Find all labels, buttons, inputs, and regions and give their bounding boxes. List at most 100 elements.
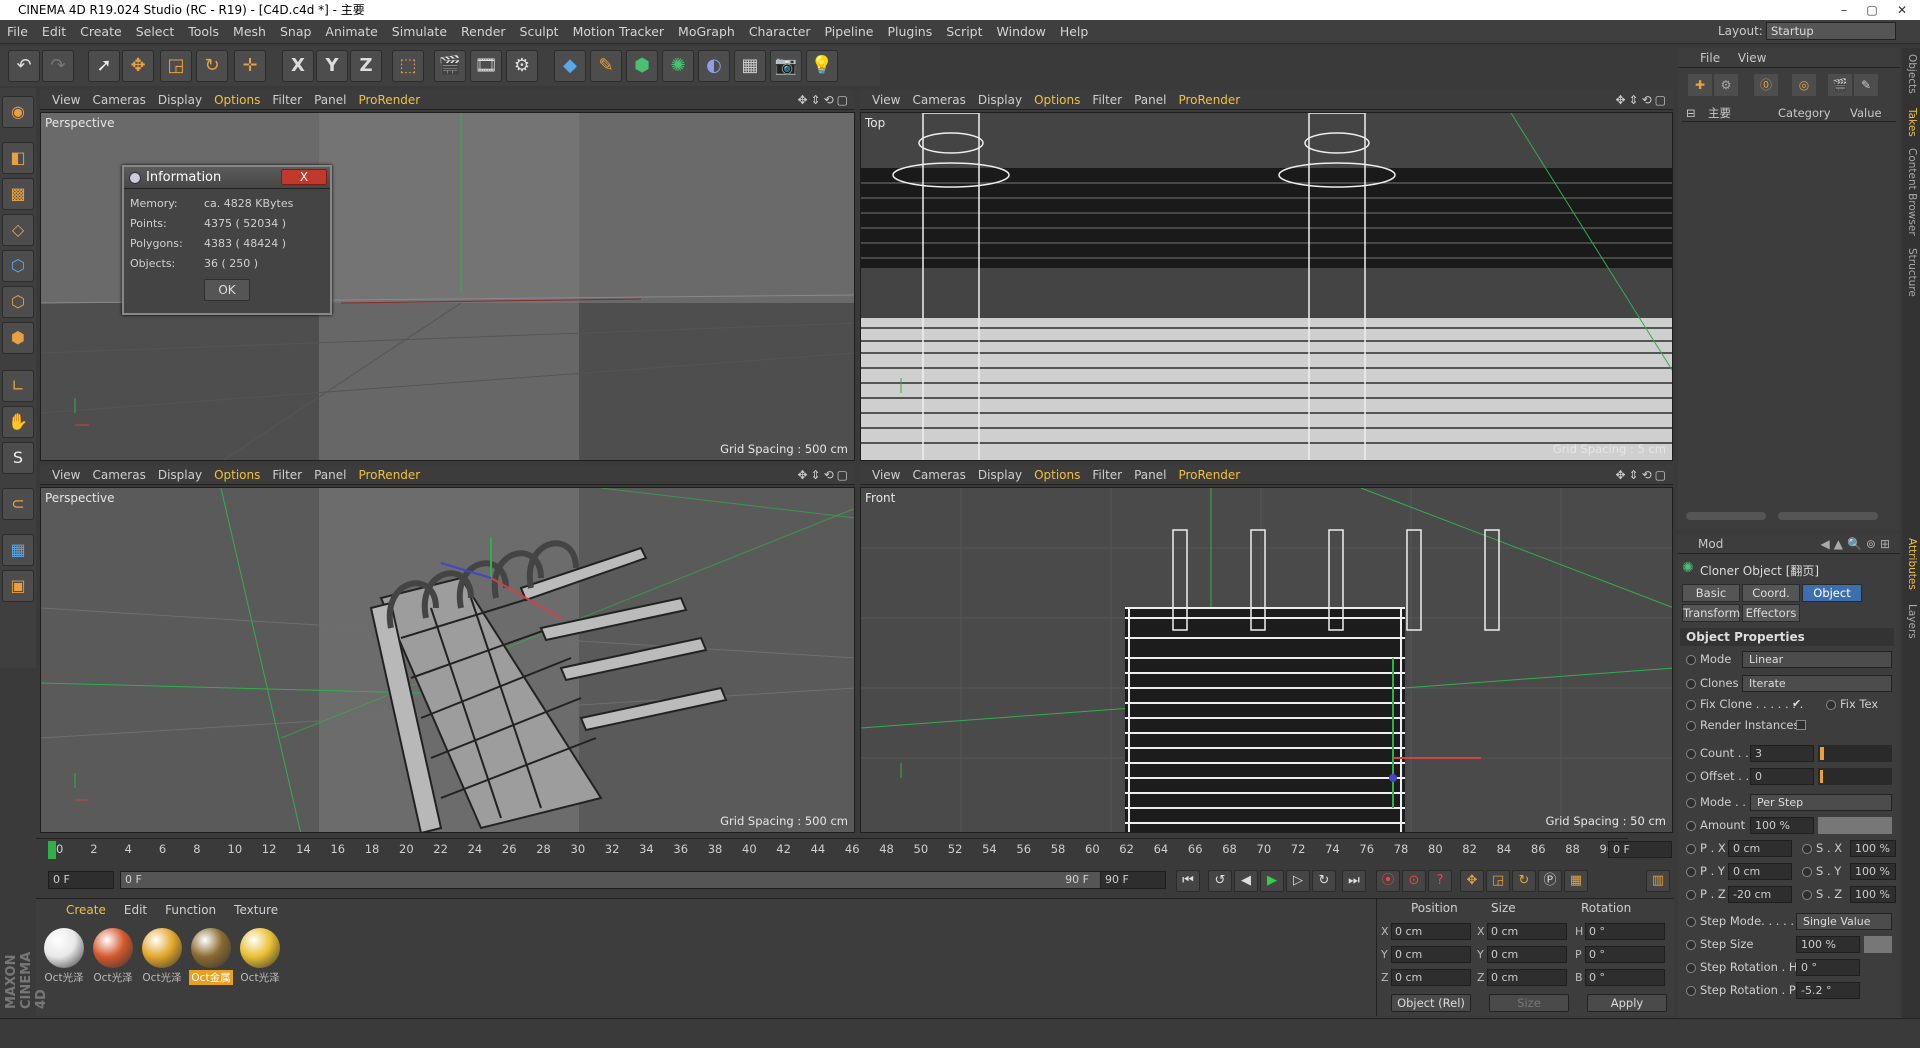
step-mode2-radio[interactable] bbox=[1686, 917, 1696, 927]
cube-primitive-icon[interactable]: ◆ bbox=[554, 50, 586, 82]
mode-radio[interactable] bbox=[1686, 655, 1696, 665]
material-menu-function[interactable]: Function bbox=[165, 903, 216, 917]
attr-mode-dropdown[interactable]: Linear bbox=[1742, 651, 1892, 668]
py-radio[interactable] bbox=[1686, 867, 1696, 877]
texture-mode-icon[interactable]: ▩ bbox=[2, 178, 34, 210]
vp3-menu-filter[interactable]: Filter bbox=[272, 468, 302, 482]
menu-mograph[interactable]: MoGraph bbox=[671, 20, 742, 44]
om-filter-icon[interactable]: ⚙ bbox=[1714, 74, 1738, 96]
model-mode-icon[interactable]: ◧ bbox=[2, 142, 34, 174]
coord-rotation-field[interactable]: 0 ° bbox=[1585, 946, 1665, 963]
next-frame-icon[interactable]: ▷ bbox=[1286, 870, 1310, 892]
menu-plugins[interactable]: Plugins bbox=[880, 20, 939, 44]
coord-position-field[interactable]: 0 cm bbox=[1391, 946, 1471, 963]
vp4-menu-filter[interactable]: Filter bbox=[1092, 468, 1122, 482]
information-ok-button[interactable]: OK bbox=[204, 279, 250, 301]
menu-sculpt[interactable]: Sculpt bbox=[513, 20, 566, 44]
subdivision-icon[interactable]: ⬢ bbox=[626, 50, 658, 82]
menu-tools[interactable]: Tools bbox=[181, 20, 226, 44]
play-icon[interactable]: ▶ bbox=[1260, 870, 1284, 892]
menu-window[interactable]: Window bbox=[990, 20, 1053, 44]
render-picture-viewer-icon[interactable]: 🎞 bbox=[470, 50, 502, 82]
undo-icon[interactable]: ↶ bbox=[8, 50, 40, 82]
attr-step-rot-h-field[interactable]: 0 ° bbox=[1796, 959, 1860, 976]
attr-count-field[interactable]: 3 bbox=[1750, 745, 1814, 762]
snap-icon[interactable]: S bbox=[2, 442, 34, 474]
vp1-menu-cameras[interactable]: Cameras bbox=[92, 93, 145, 107]
previous-key-icon[interactable]: ↺ bbox=[1208, 870, 1232, 892]
floor-icon[interactable]: ▦ bbox=[734, 50, 766, 82]
om-render-icon[interactable]: 🎬 bbox=[1828, 74, 1852, 96]
vp2-menu-view[interactable]: View bbox=[872, 93, 900, 107]
viewport-perspective-bottom[interactable]: Perspective Grid Spacing : 500 cm bbox=[40, 487, 855, 833]
side-tab-layers[interactable]: Layers bbox=[1904, 604, 1918, 639]
maximize-button[interactable]: ▢ bbox=[1858, 0, 1886, 18]
live-selection-icon[interactable]: ✛ bbox=[234, 50, 266, 82]
fix-clone-checkbox[interactable]: ✔ bbox=[1792, 697, 1801, 710]
om-horizontal-scrollbar-2[interactable] bbox=[1778, 512, 1878, 520]
menu-character[interactable]: Character bbox=[742, 20, 818, 44]
attr-step-mode-dropdown[interactable]: Single Value bbox=[1796, 913, 1892, 930]
redo-icon[interactable]: ↷ bbox=[42, 50, 74, 82]
record-pla-icon[interactable]: ▦ bbox=[1564, 870, 1588, 892]
step-rot-p-radio[interactable] bbox=[1686, 986, 1696, 996]
attr-py-field[interactable]: 0 cm bbox=[1728, 863, 1792, 880]
attr-mode2-dropdown[interactable]: Per Step bbox=[1750, 794, 1892, 811]
sx-radio[interactable] bbox=[1802, 844, 1812, 854]
amount-radio[interactable] bbox=[1686, 821, 1696, 831]
record-position-icon[interactable]: ✥ bbox=[1460, 870, 1484, 892]
pen-spline-icon[interactable]: ✎ bbox=[590, 50, 622, 82]
axis-z-button[interactable]: Z bbox=[350, 50, 382, 82]
attr-amount-slider[interactable] bbox=[1818, 817, 1892, 834]
material-swatch[interactable]: Oct光泽 bbox=[140, 926, 184, 986]
side-tab-content-browser[interactable]: Content Browser bbox=[1904, 148, 1918, 236]
om-layer-icon[interactable]: ◎ bbox=[1792, 74, 1816, 96]
rotate-icon[interactable]: ↻ bbox=[196, 50, 228, 82]
material-swatch[interactable]: Oct光泽 bbox=[91, 926, 135, 986]
om-lock-icon[interactable]: ✎ bbox=[1854, 74, 1878, 96]
attr-step-size-slider[interactable] bbox=[1864, 936, 1892, 953]
camera-icon[interactable]: 📷 bbox=[770, 50, 802, 82]
count-radio[interactable] bbox=[1686, 749, 1696, 759]
polygons-mode-icon[interactable]: ⬢ bbox=[2, 322, 34, 354]
vp3-menu-view[interactable]: View bbox=[52, 468, 80, 482]
vp4-menu-prorender[interactable]: ProRender bbox=[1178, 468, 1240, 482]
magnet-icon[interactable]: ⊂ bbox=[2, 488, 34, 520]
vp4-nav-icons[interactable]: ✥⇕⟲▢ bbox=[1615, 465, 1669, 485]
coord-size-field[interactable]: 0 cm bbox=[1487, 923, 1567, 940]
attr-tab-coord[interactable]: Coord. bbox=[1742, 584, 1800, 602]
attr-step-rot-p-field[interactable]: -5.2 ° bbox=[1796, 982, 1860, 999]
vp1-menu-view[interactable]: View bbox=[52, 93, 80, 107]
layout-dropdown[interactable]: Startup bbox=[1766, 22, 1896, 40]
record-parameter-icon[interactable]: Ⓟ bbox=[1538, 870, 1562, 892]
close-window-button[interactable]: ✕ bbox=[1888, 0, 1916, 18]
next-key-icon[interactable]: ↻ bbox=[1312, 870, 1336, 892]
vp1-menu-options[interactable]: Options bbox=[214, 93, 260, 107]
render-instances-radio[interactable] bbox=[1686, 721, 1696, 731]
menu-render[interactable]: Render bbox=[454, 20, 513, 44]
vp2-menu-prorender[interactable]: ProRender bbox=[1178, 93, 1240, 107]
step-size-radio[interactable] bbox=[1686, 940, 1696, 950]
fix-clone-radio[interactable] bbox=[1686, 700, 1696, 710]
side-tab-takes[interactable]: Takes bbox=[1904, 108, 1918, 137]
vp4-menu-cameras[interactable]: Cameras bbox=[912, 468, 965, 482]
material-menu-edit[interactable]: Edit bbox=[124, 903, 147, 917]
attr-offset-field[interactable]: 0 bbox=[1750, 768, 1814, 785]
viewport-top[interactable]: Top Grid Spacing : 5 cm bbox=[860, 112, 1673, 461]
attr-clones-dropdown[interactable]: Iterate bbox=[1742, 675, 1892, 692]
move-icon[interactable]: ✥ bbox=[122, 50, 154, 82]
vp4-menu-panel[interactable]: Panel bbox=[1134, 468, 1166, 482]
coord-size-field[interactable]: 0 cm bbox=[1487, 946, 1567, 963]
om-tag-icon[interactable]: ⓪ bbox=[1754, 74, 1778, 96]
points-mode-icon[interactable]: ⬡ bbox=[2, 250, 34, 282]
vp2-menu-options[interactable]: Options bbox=[1034, 93, 1080, 107]
vp3-menu-options[interactable]: Options bbox=[214, 468, 260, 482]
axis-x-button[interactable]: X bbox=[282, 50, 314, 82]
record-rotation-icon[interactable]: ↻ bbox=[1512, 870, 1536, 892]
keyframe-selection-icon[interactable]: ? bbox=[1428, 870, 1452, 892]
vp3-menu-prorender[interactable]: ProRender bbox=[358, 468, 420, 482]
workplane-lock-icon[interactable]: ▣ bbox=[2, 570, 34, 602]
material-swatch[interactable]: Oct金属 bbox=[189, 926, 233, 986]
vp4-menu-options[interactable]: Options bbox=[1034, 468, 1080, 482]
offset-radio[interactable] bbox=[1686, 772, 1696, 782]
